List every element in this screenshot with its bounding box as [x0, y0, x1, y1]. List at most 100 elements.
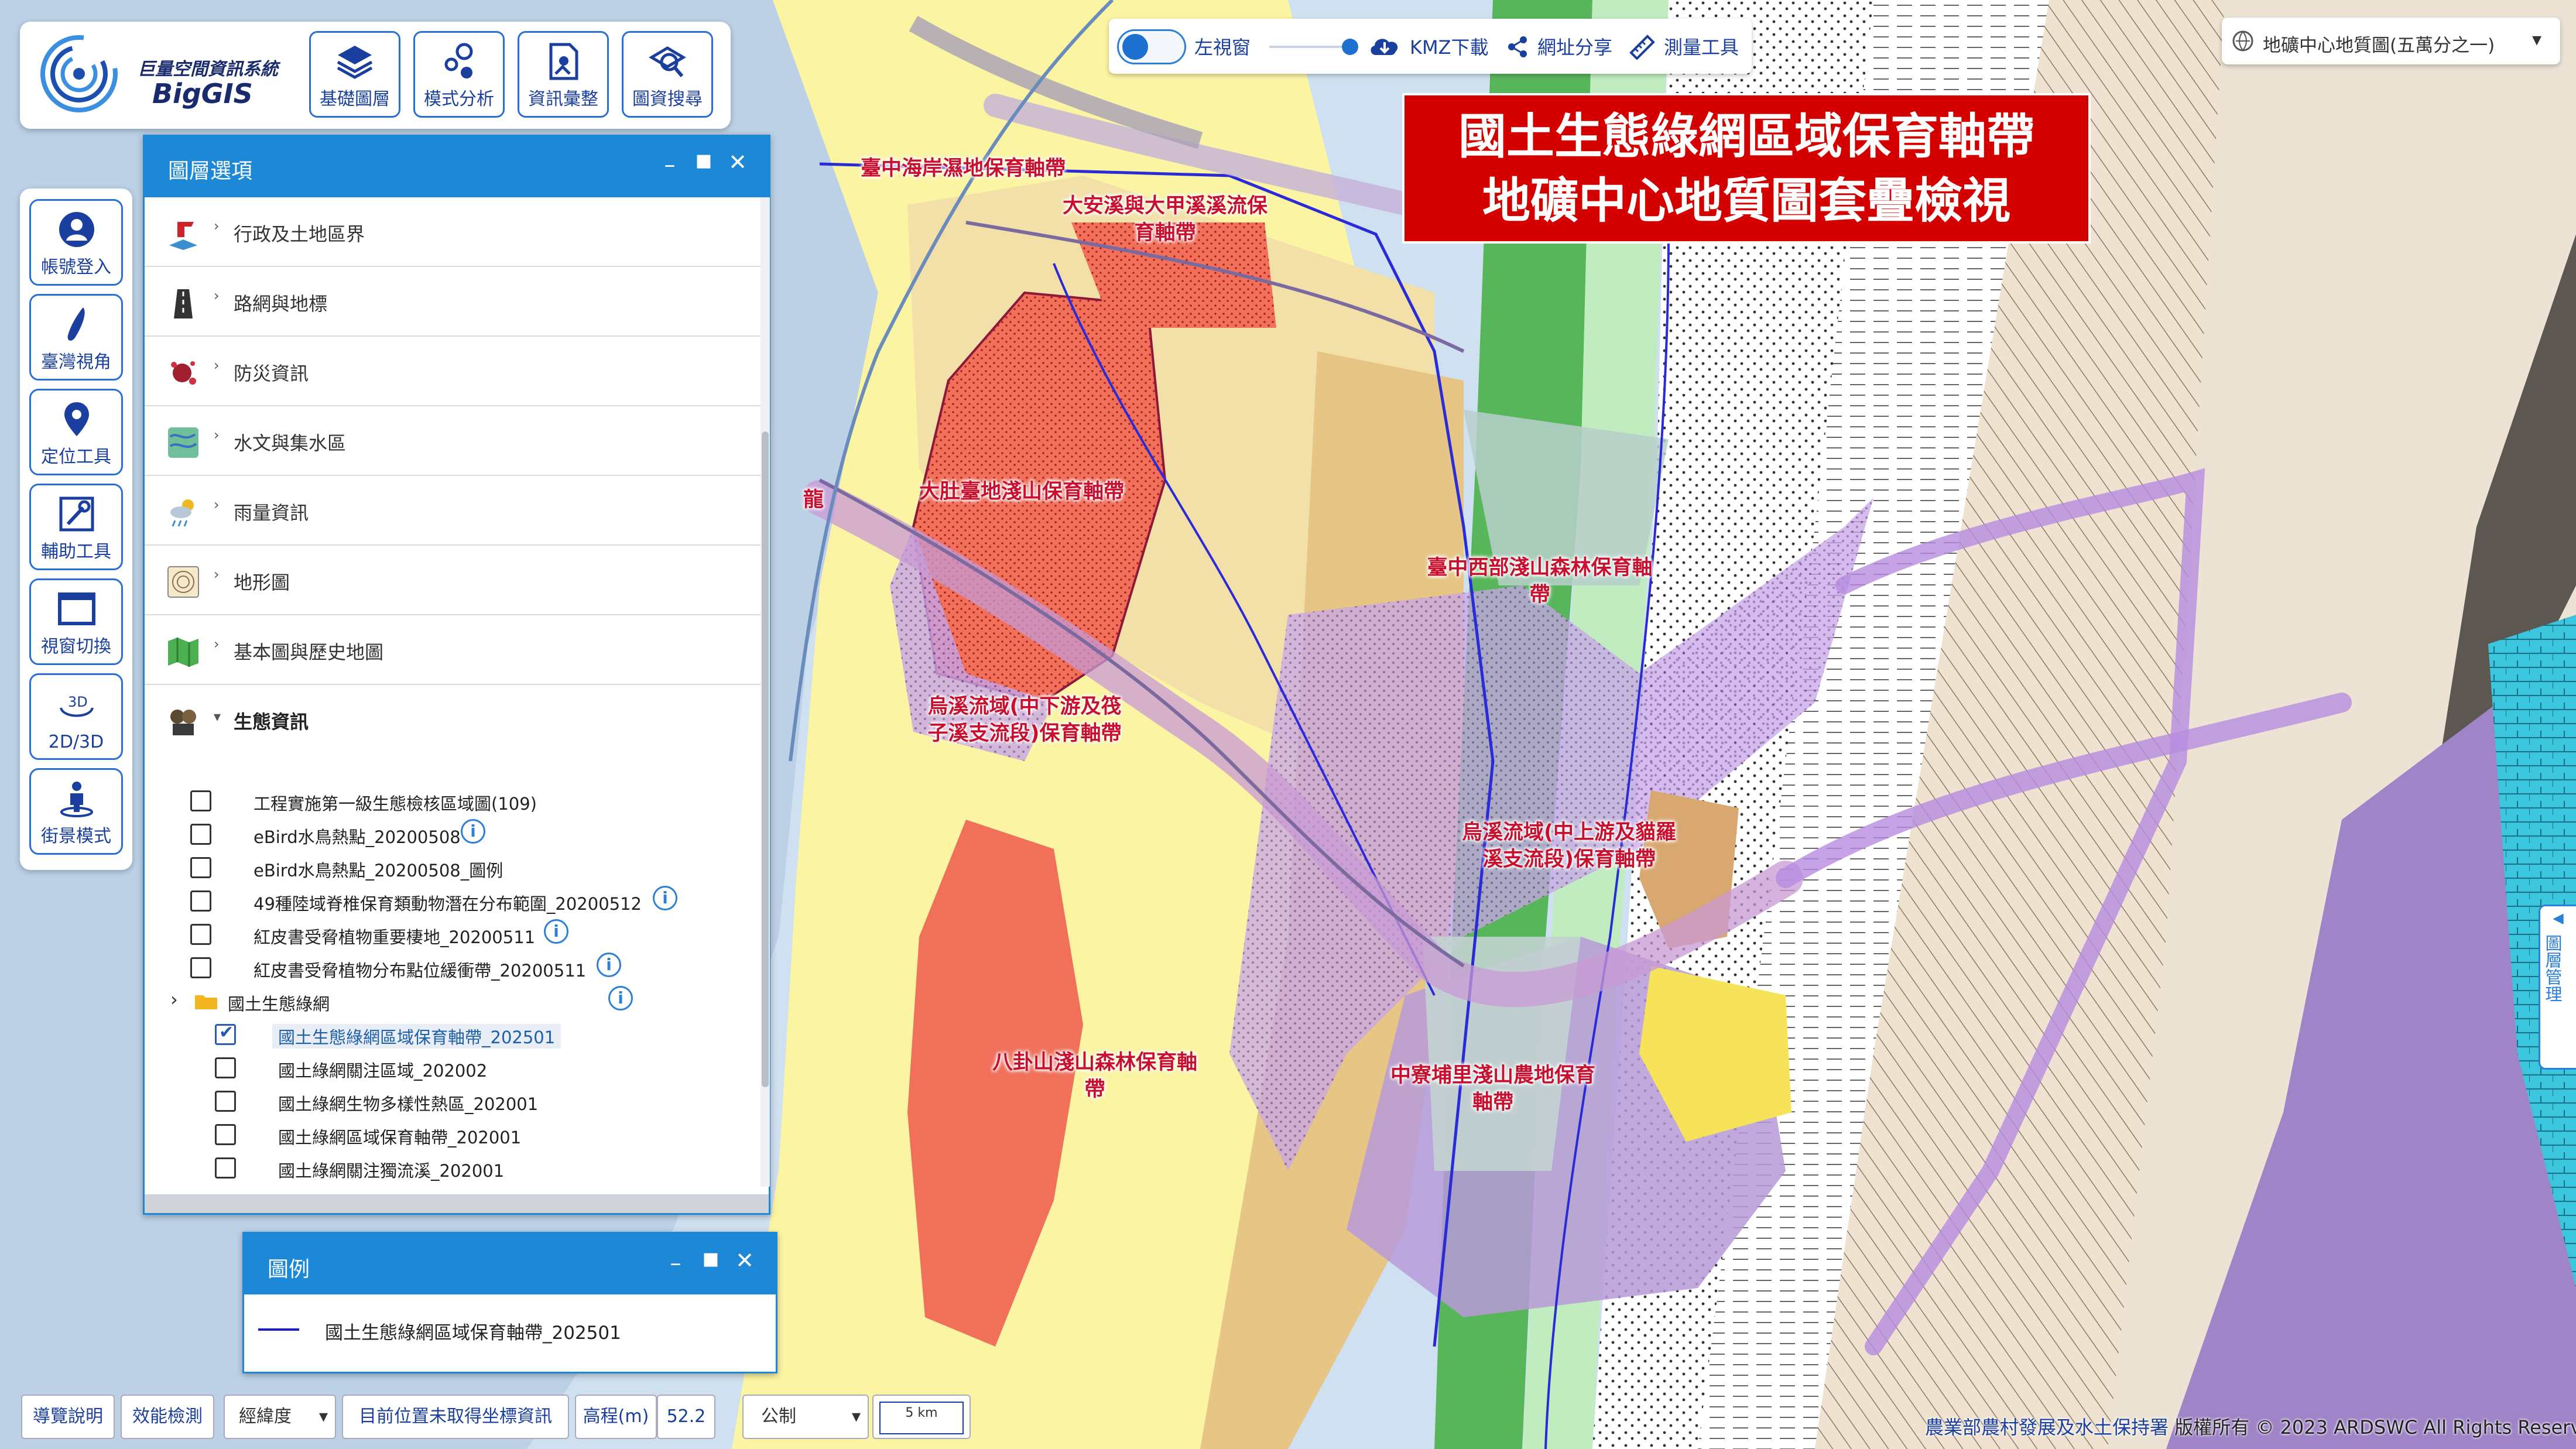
layer-checkbox[interactable] — [190, 857, 211, 878]
info-icon[interactable]: i — [544, 919, 568, 944]
performance-check-button[interactable]: 效能檢測 — [121, 1395, 214, 1439]
scrollbar-thumb[interactable] — [762, 431, 769, 1087]
map-label-daan: 大安溪與大甲溪溪流保育軸帶 — [1062, 194, 1268, 245]
close-icon[interactable]: ✕ — [730, 1248, 759, 1273]
chevron-down-icon: ▾ — [214, 708, 221, 725]
biggis-logo[interactable]: 巨量空間資訊系統 BigGIS — [35, 30, 281, 121]
measure-tool-button[interactable]: 測量工具 — [1664, 33, 1739, 60]
category-basemap[interactable]: › 基本圖與歷史地圖 — [145, 615, 761, 685]
layer-checkbox[interactable] — [215, 1157, 236, 1179]
map-label-wuxi-lower: 烏溪流域(中下游及筏子溪支流段)保育軸帶 — [927, 695, 1122, 745]
info-icon[interactable]: i — [597, 953, 621, 977]
layer-checkbox[interactable] — [215, 1091, 236, 1112]
layer-checkbox[interactable] — [215, 1057, 236, 1078]
layer-label: 紅皮書受脅植物分布點位緩衝帶_20200511 — [254, 961, 587, 981]
category-topo[interactable]: › 地形圖 — [145, 546, 761, 615]
nav-button-taiwan-view[interactable]: 臺灣視角 — [29, 294, 123, 381]
layer-checkbox[interactable] — [190, 924, 211, 945]
share-url-button[interactable]: 網址分享 — [1537, 33, 1612, 60]
left-window-toggle[interactable] — [1117, 29, 1186, 64]
unit-select[interactable]: 公制 ▾ — [742, 1395, 869, 1439]
category-label: 生態資訊 — [234, 711, 309, 733]
nav-button-login[interactable]: 帳號登入 — [29, 199, 123, 286]
nav-button-locate[interactable]: 定位工具 — [29, 389, 123, 475]
layer-row[interactable]: eBird水鳥熱點_20200508_圖例 — [145, 851, 765, 884]
window-icon — [58, 592, 95, 625]
layer-checkbox[interactable] — [190, 890, 211, 912]
chevron-right-icon[interactable]: › — [170, 988, 178, 1010]
guide-button[interactable]: 導覽說明 — [21, 1395, 115, 1439]
layer-row[interactable]: 紅皮書受脅植物重要棲地_20200511 i — [145, 918, 765, 951]
minimize-icon[interactable]: – — [661, 1250, 690, 1276]
nav-button-tools[interactable]: 輔助工具 — [29, 484, 123, 570]
sublayer-row[interactable]: 國土綠網區域保育軸帶_202001 — [145, 1118, 765, 1151]
folder-row[interactable]: › 國土生態綠網 i — [145, 985, 765, 1018]
minimize-icon[interactable]: – — [655, 152, 684, 177]
category-ecology[interactable]: ▾ 生態資訊 — [145, 685, 761, 755]
layer-label: 國土綠網區域保育軸帶_202001 — [278, 1128, 522, 1147]
maximize-icon[interactable]: ■ — [689, 150, 718, 171]
elevation-label: 高程(m) — [575, 1395, 657, 1439]
sublayer-row[interactable]: 國土生態綠網區域保育軸帶_202501 — [145, 1018, 765, 1051]
legend-panel-header[interactable]: 圖例 – ■ ✕ — [244, 1234, 776, 1294]
nav-button-2d-3d[interactable]: 3D 2D/3D — [29, 673, 123, 760]
toolbar-button-info-summary[interactable]: 資訊彙整 — [518, 31, 609, 118]
nav-label: 2D/3D — [48, 732, 104, 752]
ruler-icon[interactable] — [1629, 34, 1656, 60]
layer-checkbox[interactable] — [190, 790, 211, 811]
maximize-icon[interactable]: ■ — [696, 1249, 725, 1269]
opacity-slider-knob[interactable] — [1342, 39, 1358, 55]
coord-type-select[interactable]: 經緯度 ▾ — [224, 1395, 336, 1439]
info-icon[interactable]: i — [461, 819, 485, 844]
category-label: 雨量資訊 — [234, 502, 309, 524]
layer-panel-header[interactable]: 圖層選項 – ■ ✕ — [145, 136, 769, 197]
category-rainfall[interactable]: › 雨量資訊 — [145, 476, 761, 546]
category-admin-boundary[interactable]: › 行政及土地區界 — [145, 197, 761, 267]
layer-management-tab[interactable]: ◀ 圖層管理 — [2539, 905, 2576, 1070]
horizontal-scrollbar[interactable] — [145, 1194, 769, 1213]
layer-checkbox[interactable] — [190, 957, 211, 978]
toolbar-button-analysis[interactable]: 模式分析 — [413, 31, 505, 118]
basemap-select[interactable]: 地礦中心地質圖(五萬分之一) ▾ — [2222, 18, 2560, 64]
layer-checkbox[interactable] — [215, 1124, 236, 1145]
disaster-icon — [171, 361, 196, 385]
nav-button-street-view[interactable]: 街景模式 — [29, 768, 123, 855]
cloud-download-icon[interactable] — [1368, 34, 1402, 60]
topo-icon — [167, 566, 199, 598]
copyright-org-link[interactable]: 農業部農村發展及水土保持署 — [1925, 1416, 2169, 1438]
category-road-network[interactable]: › 路網與地標 — [145, 267, 761, 337]
toolbar-button-base-layers[interactable]: 基礎圖層 — [309, 31, 400, 118]
sublayer-row[interactable]: 國土綠網關注區域_202002 — [145, 1051, 765, 1084]
category-disaster[interactable]: › 防災資訊 — [145, 337, 761, 406]
left-window-label[interactable]: 左視窗 — [1194, 33, 1251, 60]
layer-row[interactable]: 49種陸域脊椎保育類動物潛在分布範圍_20200512 i — [145, 885, 765, 917]
chevron-right-icon: › — [214, 427, 220, 443]
basemap-globe-icon — [2232, 30, 2253, 52]
category-label: 防災資訊 — [234, 362, 309, 385]
layer-row[interactable]: 紅皮書受脅植物分布點位緩衝帶_20200511 i — [145, 951, 765, 984]
layer-checkbox-checked[interactable] — [215, 1022, 236, 1045]
info-icon[interactable]: i — [608, 986, 633, 1010]
layer-checkbox[interactable] — [190, 824, 211, 845]
chevron-down-icon: ▾ — [851, 1406, 861, 1427]
sublayer-row[interactable]: 國土綠網生物多樣性熱區_202001 — [145, 1085, 765, 1118]
sublayer-row[interactable]: 國土綠網關注獨流溪_202001 — [145, 1152, 765, 1184]
hydrology-icon — [168, 427, 198, 458]
category-hydrology[interactable]: › 水文與集水區 — [145, 406, 761, 476]
nav-button-window-switch[interactable]: 視窗切換 — [29, 578, 123, 665]
toolbar-button-map-search[interactable]: 圖資搜尋 — [622, 31, 713, 118]
copyright-text: 版權所有 © 2023 ARDSWC All Rights Reserved. — [2174, 1416, 2576, 1438]
toolbar-label: 圖資搜尋 — [632, 89, 703, 109]
kmz-download-button[interactable]: KMZ下載 — [1410, 33, 1489, 60]
analysis-icon — [444, 43, 473, 78]
road-icon — [174, 289, 193, 318]
info-icon[interactable]: i — [653, 886, 677, 910]
layer-row[interactable]: eBird水鳥熱點_20200508 i — [145, 818, 765, 851]
scrollbar-track[interactable] — [761, 197, 770, 1187]
layer-row[interactable]: 工程實施第一級生態檢核區域圖(109) — [145, 785, 765, 817]
layer-label: 國土綠網生物多樣性熱區_202001 — [278, 1094, 539, 1114]
close-icon[interactable]: ✕ — [723, 149, 752, 175]
share-icon[interactable] — [1506, 35, 1529, 59]
top-controls: 左視窗 KMZ下載 網址分享 測量工具 — [1109, 19, 1752, 74]
layer-label: 國土生態綠網區域保育軸帶_202501 — [272, 1024, 561, 1049]
